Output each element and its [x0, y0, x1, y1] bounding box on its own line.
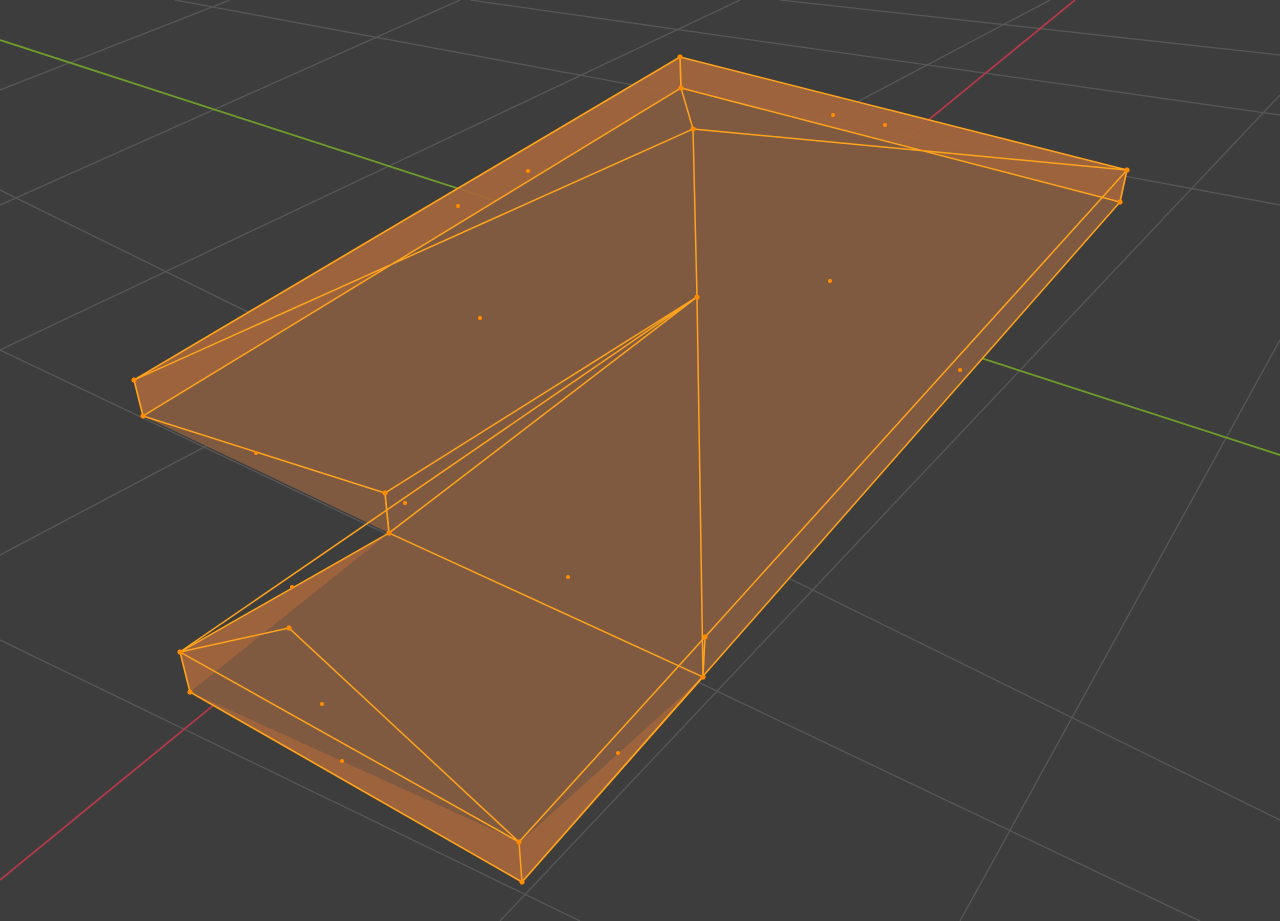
vertex[interactable] — [700, 674, 706, 680]
vertex[interactable] — [1117, 199, 1123, 205]
face-dot[interactable] — [456, 204, 460, 208]
face-dot[interactable] — [616, 751, 620, 755]
vertex[interactable] — [702, 634, 708, 640]
face-dot[interactable] — [478, 316, 482, 320]
face-dot[interactable] — [831, 113, 835, 117]
edge — [679, 56, 682, 89]
face-dot[interactable] — [526, 169, 530, 173]
vertex[interactable] — [286, 625, 292, 631]
vertex[interactable] — [519, 879, 525, 885]
vertex[interactable] — [382, 490, 388, 496]
vertex[interactable] — [690, 126, 696, 132]
3d-viewport[interactable] — [0, 0, 1280, 921]
vertex[interactable] — [678, 85, 684, 91]
face-dot[interactable] — [403, 501, 407, 505]
vertex[interactable] — [187, 689, 193, 695]
vertex[interactable] — [1124, 167, 1130, 173]
vertex[interactable] — [386, 530, 392, 536]
face-dot[interactable] — [566, 575, 570, 579]
face-dot[interactable] — [320, 702, 324, 706]
face-dot[interactable] — [958, 368, 962, 372]
face-dot[interactable] — [290, 585, 294, 589]
vertex[interactable] — [677, 54, 683, 60]
vertex[interactable] — [140, 413, 146, 419]
face-dot[interactable] — [340, 759, 344, 763]
vertex[interactable] — [177, 649, 183, 655]
face-dot[interactable] — [883, 123, 887, 127]
vertex[interactable] — [131, 377, 137, 383]
vertex[interactable] — [516, 839, 522, 845]
viewport-canvas[interactable] — [0, 0, 1280, 921]
face-dot[interactable] — [828, 279, 832, 283]
vertex[interactable] — [694, 294, 700, 300]
face-dot[interactable] — [254, 451, 258, 455]
